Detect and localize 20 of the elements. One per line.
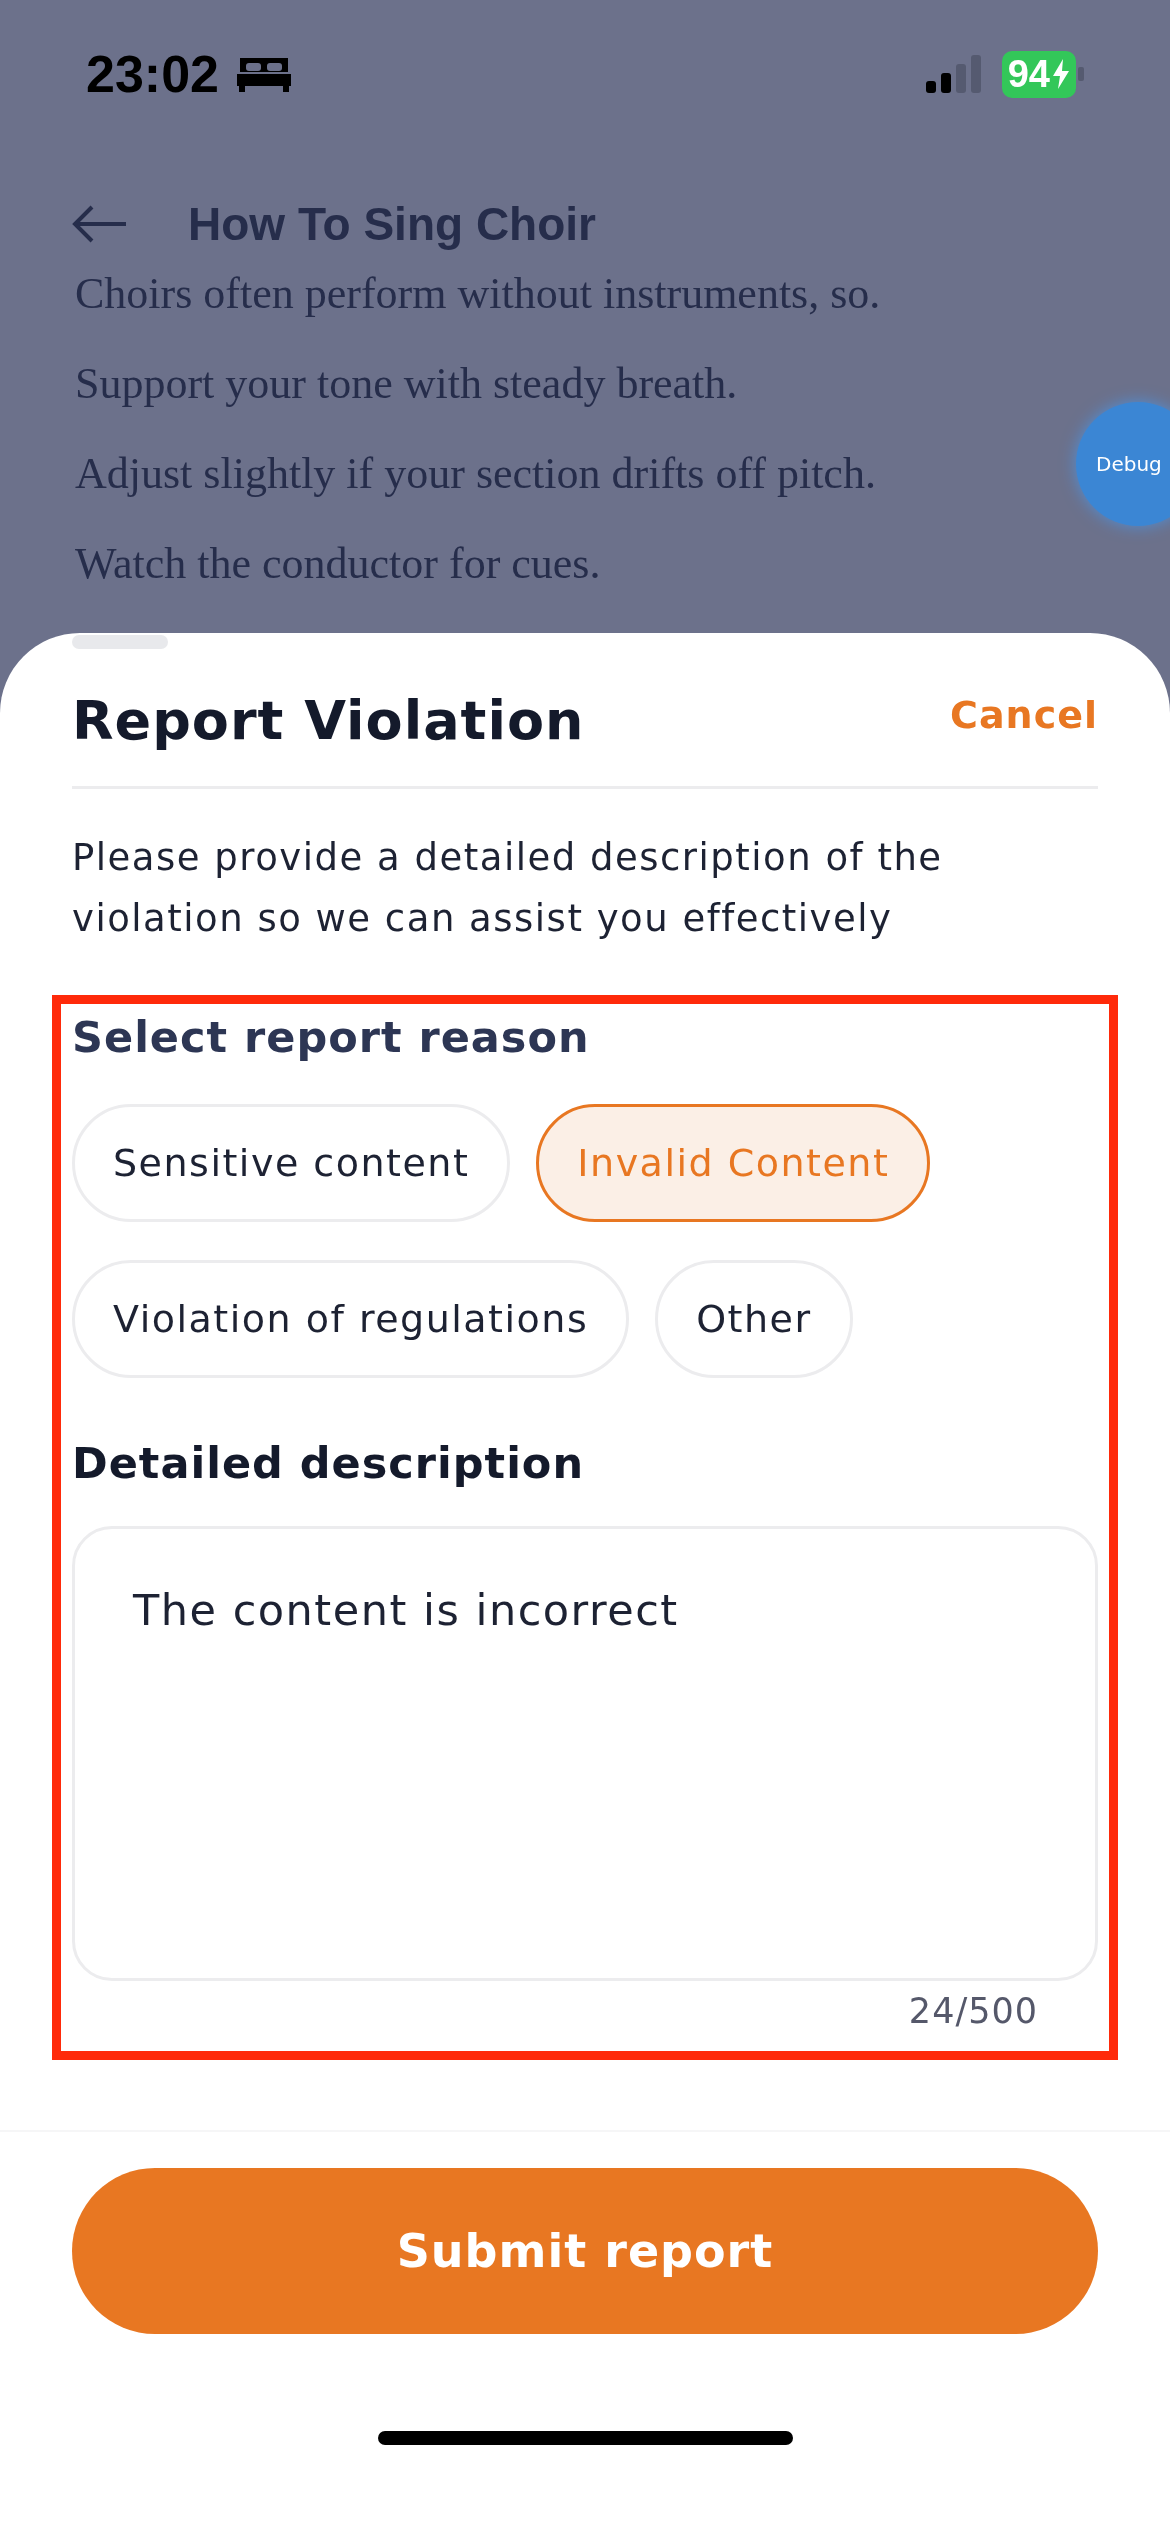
reason-chip[interactable]: Other (655, 1260, 853, 1378)
article-line: Support your tone with steady breath. (75, 358, 739, 410)
reason-chip[interactable]: Violation of regulations (72, 1260, 630, 1378)
reason-chip[interactable]: Sensitive content (72, 1104, 511, 1222)
sheet-title: Report Violation (72, 689, 585, 752)
article-line: Adjust slightly if your section drifts off pitch. (75, 448, 877, 500)
description-label: Detailed description (72, 1438, 586, 1488)
bed-icon (237, 56, 291, 92)
article-line: Choirs often perform without instruments, so. (75, 268, 882, 320)
intro-text: Please provide a detailed description of the violation so we can assist you effectively (72, 835, 944, 942)
article-line: Watch the conductor for cues. (75, 538, 602, 590)
character-counter: 24/500 (908, 1991, 1038, 2031)
drag-handle[interactable] (72, 635, 168, 649)
page-title: How To Sing Choir (188, 197, 596, 251)
status-time: 23:02 (86, 44, 219, 104)
description-field[interactable]: The content is incorrect (72, 1526, 1098, 1981)
reason-label: Select report reason (72, 1012, 591, 1062)
signal-icon (925, 55, 984, 93)
debug-button[interactable]: Debug (1076, 402, 1170, 526)
back-icon[interactable] (72, 204, 128, 244)
